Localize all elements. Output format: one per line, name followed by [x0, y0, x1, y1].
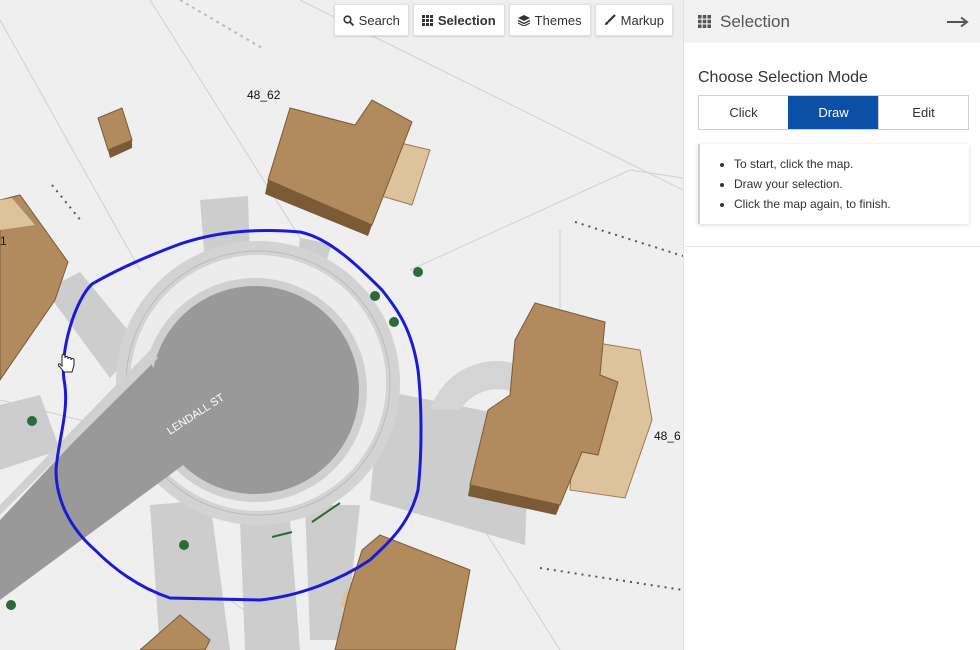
- grid-icon: [698, 15, 711, 28]
- panel-title: Selection: [720, 11, 790, 31]
- themes-label: Themes: [534, 12, 582, 28]
- themes-button[interactable]: Themes: [508, 4, 591, 36]
- selection-panel: Selection Choose Selection Mode Click Dr…: [683, 0, 980, 650]
- mode-draw-button[interactable]: Draw: [788, 96, 878, 129]
- markup-button[interactable]: Markup: [594, 4, 673, 36]
- parcel-label-left: 1: [0, 234, 7, 248]
- layers-icon: [517, 14, 530, 26]
- instruction-item: To start, click the map.: [734, 154, 959, 174]
- brush-icon: [604, 14, 616, 25]
- arrow-right-icon[interactable]: [947, 16, 969, 28]
- panel-header: Selection: [684, 0, 980, 43]
- cul-de-sac: [151, 286, 359, 494]
- selection-button[interactable]: Selection: [412, 4, 505, 36]
- panel-body: Choose Selection Mode Click Draw Edit To…: [684, 43, 980, 247]
- map-view[interactable]: LENDALL ST 48_62 48_6 1 Search Selection…: [0, 0, 683, 650]
- mode-click-button[interactable]: Click: [699, 96, 788, 129]
- instruction-item: Draw your selection.: [734, 174, 959, 194]
- search-button[interactable]: Search: [333, 4, 409, 36]
- map-toolbar: Search Selection Themes Markup: [333, 4, 673, 36]
- search-icon: [343, 14, 354, 26]
- instructions-box: To start, click the map. Draw your selec…: [698, 144, 969, 224]
- mode-edit-button[interactable]: Edit: [878, 96, 968, 129]
- parcel-label-48-62: 48_62: [247, 88, 281, 102]
- map-canvas[interactable]: LENDALL ST: [0, 0, 683, 650]
- markup-label: Markup: [620, 12, 664, 28]
- instruction-item: Click the map again, to finish.: [734, 194, 959, 214]
- search-label: Search: [358, 12, 400, 28]
- mode-selector: Click Draw Edit: [698, 95, 969, 130]
- mode-heading: Choose Selection Mode: [698, 69, 868, 86]
- selection-label: Selection: [437, 12, 496, 28]
- grid-icon: [421, 14, 433, 26]
- parcel-label-48-6: 48_6: [654, 429, 681, 443]
